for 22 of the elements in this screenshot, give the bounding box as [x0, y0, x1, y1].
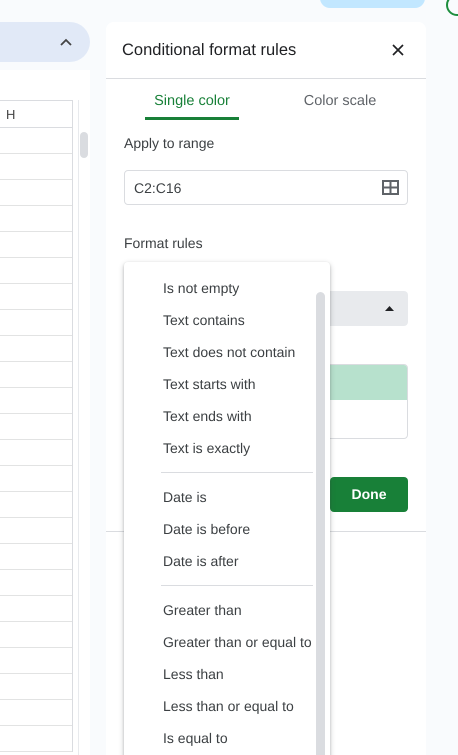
- section-label: Format rules: [124, 234, 204, 253]
- menu-item[interactable]: Date is before: [124, 513, 330, 545]
- menu-item[interactable]: Less than: [124, 658, 330, 690]
- menu-item[interactable]: Text is exactly: [124, 432, 330, 464]
- menu-item[interactable]: Date is: [124, 481, 330, 513]
- tab[interactable]: Single color: [145, 85, 239, 120]
- section-label: Apply to range: [124, 134, 216, 153]
- menu-item[interactable]: Date is after: [124, 545, 330, 577]
- range-field[interactable]: C2:C16: [124, 170, 408, 205]
- done-button[interactable]: Done: [330, 477, 408, 512]
- menu-item[interactable]: Is equal to: [124, 722, 330, 754]
- menu-item[interactable]: Is not empty: [124, 272, 330, 304]
- menu-item[interactable]: Greater than or equal to: [124, 626, 330, 658]
- column-header[interactable]: H: [0, 100, 73, 128]
- menu-item[interactable]: Text ends with: [124, 400, 330, 432]
- menu-item[interactable]: Text starts with: [124, 368, 330, 400]
- panel-title: Conditional format rules: [122, 40, 296, 61]
- menu-item[interactable]: Less than or equal to: [124, 690, 330, 722]
- tab[interactable]: Color scale: [294, 85, 386, 120]
- menu-item[interactable]: Text contains: [124, 304, 330, 336]
- menu-item[interactable]: Text does not contain: [124, 336, 330, 368]
- menu-item[interactable]: Greater than: [124, 594, 330, 626]
